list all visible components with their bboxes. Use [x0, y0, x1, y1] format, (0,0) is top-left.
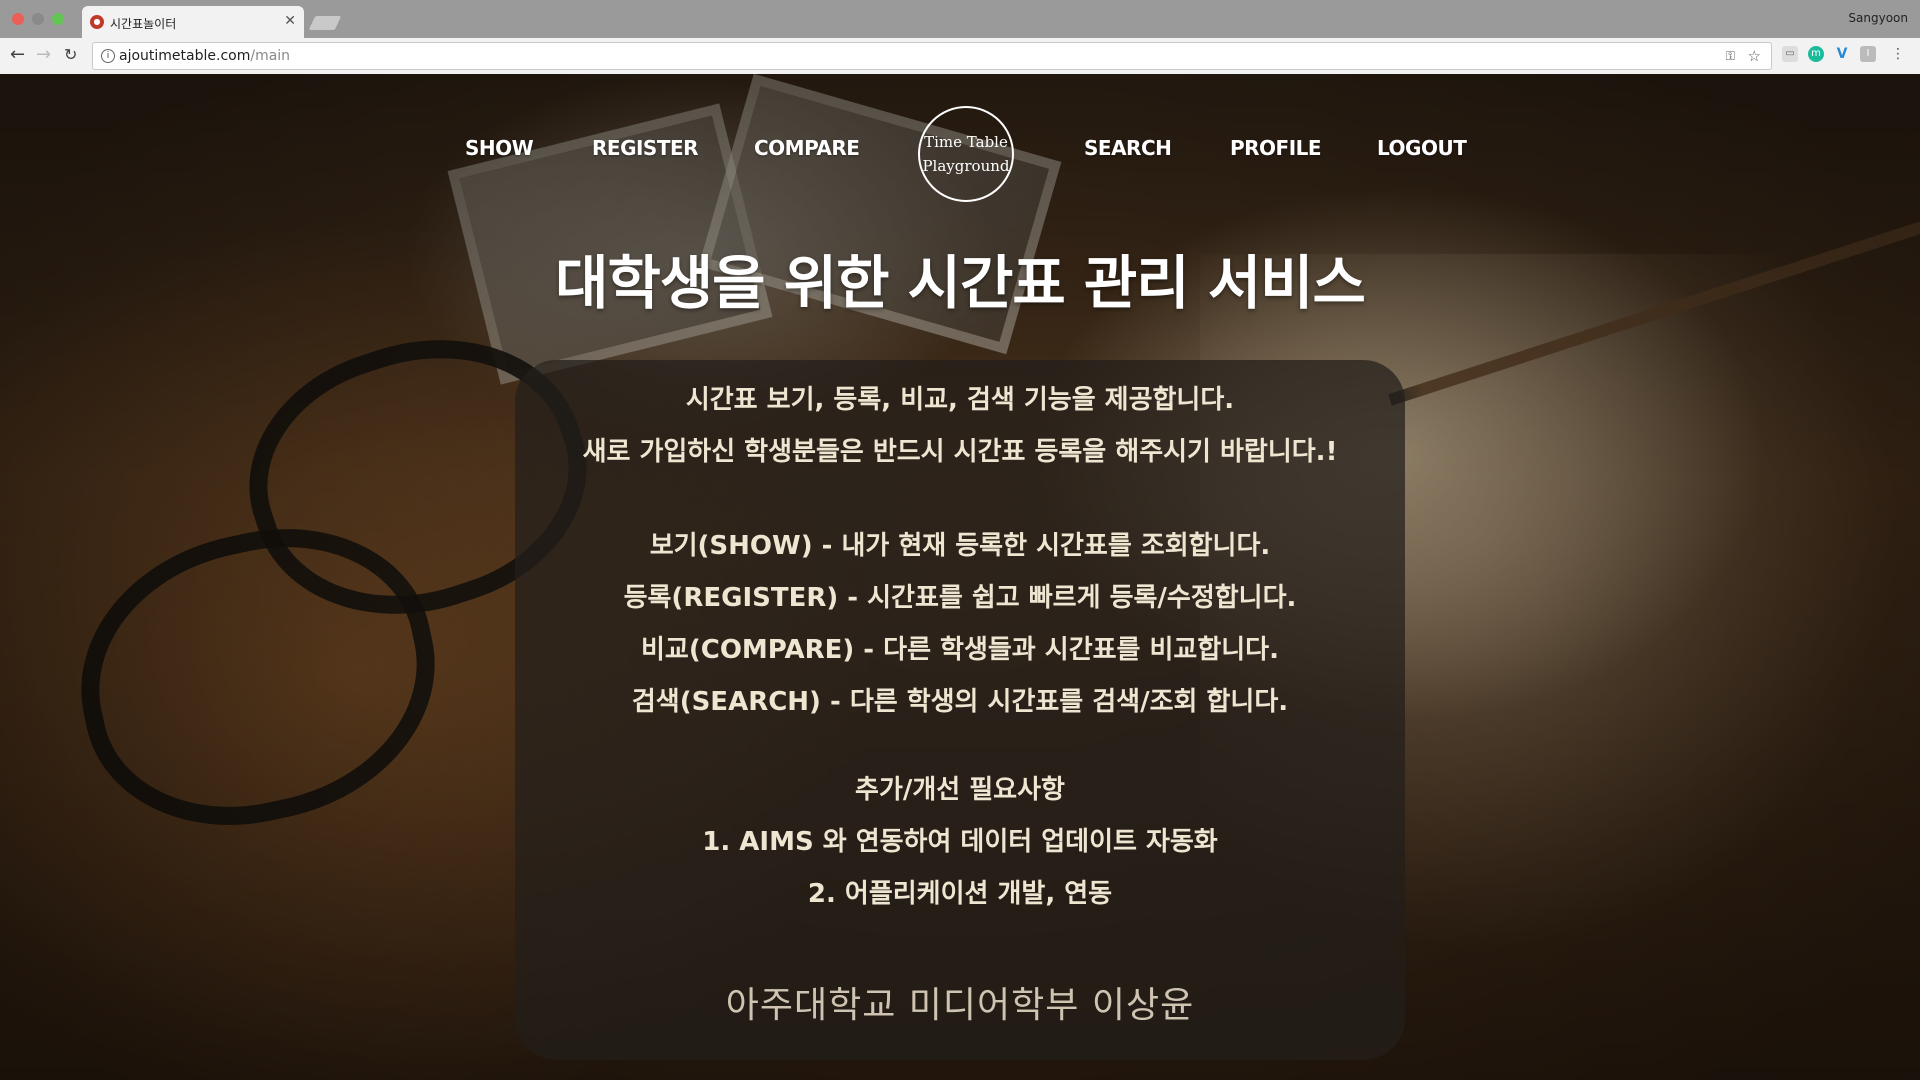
extension-v-icon[interactable]: V [1834, 46, 1850, 62]
browser-toolbar: ← → ↻ i ajoutimetable.com/main ⚿ ☆ [0, 38, 1920, 75]
address-bar[interactable]: i ajoutimetable.com/main ⚿ ☆ [92, 42, 1772, 70]
forward-arrow-icon[interactable]: → [36, 44, 51, 65]
nav-logout-link[interactable]: LOGOUT [1377, 136, 1467, 160]
page-viewport: SHOW REGISTER COMPARE Time Table Playgro… [0, 74, 1920, 1080]
tab-title: 시간표놀이터 [110, 17, 177, 31]
url-text: ajoutimetable.com/main [119, 43, 290, 69]
extension-i-icon[interactable]: I [1860, 46, 1876, 62]
logo-line-1: Time Table [924, 133, 1008, 151]
nav-compare-link[interactable]: COMPARE [754, 136, 860, 160]
todo-heading: 추가/개선 필요사항 [855, 775, 1065, 805]
site-logo[interactable]: Time Table Playground [918, 106, 1014, 202]
close-window-button[interactable] [12, 13, 24, 25]
nav-show-link[interactable]: SHOW [465, 136, 534, 160]
nav-search-link[interactable]: SEARCH [1084, 136, 1172, 160]
feature-line: 검색(SEARCH) - 다른 학생의 시간표를 검색/조회 합니다. [631, 687, 1289, 717]
minimize-window-button[interactable] [32, 13, 44, 25]
intro-panel: 시간표 보기, 등록, 비교, 검색 기능을 제공합니다. 새로 가입하신 학생… [515, 360, 1405, 1060]
author-signature: 아주대학교 미디어학부 이상윤 [725, 985, 1195, 1026]
extension-cast-icon[interactable]: ▭ [1782, 46, 1798, 62]
logo-line-2: Playground [922, 157, 1010, 175]
todo-block: 추가/개선 필요사항 1. AIMS 와 연동하여 데이터 업데이트 자동화 2… [515, 764, 1405, 920]
new-tab-button[interactable] [308, 16, 342, 30]
intro-line: 시간표 보기, 등록, 비교, 검색 기능을 제공합니다. [685, 385, 1235, 415]
nav-profile-link[interactable]: PROFILE [1230, 136, 1322, 160]
url-path: /main [250, 48, 291, 64]
url-host: ajoutimetable.com [119, 48, 251, 64]
extension-m-icon[interactable]: m [1808, 46, 1824, 62]
feature-line: 등록(REGISTER) - 시간표를 쉽고 빠르게 등록/수정합니다. [623, 583, 1297, 613]
browser-tab-strip: ● 시간표놀이터 ✕ Sangyoon [0, 0, 1920, 38]
profile-name[interactable]: Sangyoon [1848, 11, 1908, 25]
info-icon[interactable]: i [101, 49, 115, 63]
browser-tab[interactable]: ● 시간표놀이터 ✕ [82, 6, 304, 38]
feature-line: 보기(SHOW) - 내가 현재 등록한 시간표를 조회합니다. [649, 531, 1271, 561]
menu-dots-icon[interactable]: ⋮ [1890, 46, 1906, 62]
reload-icon[interactable]: ↻ [64, 45, 77, 64]
page-title: 대학생을 위한 시간표 관리 서비스 [555, 249, 1366, 317]
features-block: 보기(SHOW) - 내가 현재 등록한 시간표를 조회합니다. 등록(REGI… [515, 520, 1405, 728]
main-nav: SHOW REGISTER COMPARE Time Table Playgro… [0, 74, 1920, 224]
nav-register-link[interactable]: REGISTER [592, 136, 699, 160]
back-arrow-icon[interactable]: ← [10, 44, 25, 65]
maximize-window-button[interactable] [52, 13, 64, 25]
tab-close-icon[interactable]: ✕ [284, 13, 296, 29]
feature-line: 비교(COMPARE) - 다른 학생들과 시간표를 비교합니다. [641, 635, 1279, 665]
intro-block: 시간표 보기, 등록, 비교, 검색 기능을 제공합니다. 새로 가입하신 학생… [515, 374, 1405, 478]
star-icon[interactable]: ☆ [1748, 43, 1761, 69]
intro-line: 새로 가입하신 학생분들은 반드시 시간표 등록을 해주시기 바랍니다.! [582, 437, 1338, 467]
todo-item: 1. AIMS 와 연동하여 데이터 업데이트 자동화 [702, 827, 1218, 857]
key-icon[interactable]: ⚿ [1726, 43, 1735, 69]
todo-item: 2. 어플리케이션 개발, 연동 [807, 879, 1113, 909]
favicon-icon: ● [90, 15, 104, 29]
